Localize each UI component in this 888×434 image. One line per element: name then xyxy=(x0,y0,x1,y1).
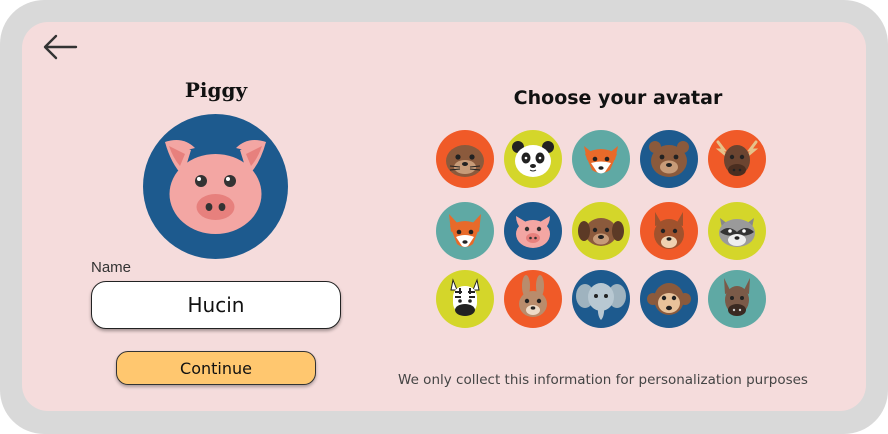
pig-icon xyxy=(504,202,562,260)
continue-button[interactable]: Continue xyxy=(116,351,316,385)
elephant-icon xyxy=(572,270,630,328)
raccoon-icon xyxy=(708,202,766,260)
privacy-note: We only collect this information for per… xyxy=(398,372,808,388)
avatar-monkey[interactable] xyxy=(640,270,698,328)
squirrel-icon xyxy=(640,202,698,260)
dog-icon xyxy=(572,202,630,260)
fox-icon xyxy=(436,202,494,260)
name-label: Name xyxy=(91,259,132,276)
avatar-dog[interactable] xyxy=(572,202,630,260)
avatar-moose[interactable] xyxy=(708,130,766,188)
avatar-rabbit[interactable] xyxy=(504,270,562,328)
choose-avatar-title: Choose your avatar xyxy=(513,87,723,109)
avatar-fox[interactable] xyxy=(572,130,630,188)
arrow-left-icon[interactable] xyxy=(42,33,78,61)
avatar-raccoon[interactable] xyxy=(708,202,766,260)
avatar-pig[interactable] xyxy=(504,202,562,260)
donkey-icon xyxy=(708,270,766,328)
otter-icon xyxy=(436,130,494,188)
avatar-grid xyxy=(436,130,768,328)
monkey-icon xyxy=(640,270,698,328)
avatar-zebra[interactable] xyxy=(436,270,494,328)
pig-avatar-icon xyxy=(143,114,288,259)
avatar-bear[interactable] xyxy=(640,130,698,188)
rabbit-icon xyxy=(504,270,562,328)
avatar-otter[interactable] xyxy=(436,130,494,188)
avatar-squirrel[interactable] xyxy=(640,202,698,260)
panda-icon xyxy=(504,130,562,188)
avatar-fox-2[interactable] xyxy=(436,202,494,260)
selected-avatar-name: Piggy xyxy=(184,78,248,102)
zebra-icon xyxy=(436,270,494,328)
avatar-donkey[interactable] xyxy=(708,270,766,328)
name-input[interactable] xyxy=(91,281,341,329)
fox-icon xyxy=(572,130,630,188)
bear-icon xyxy=(640,130,698,188)
avatar-elephant[interactable] xyxy=(572,270,630,328)
avatar-panda[interactable] xyxy=(504,130,562,188)
moose-icon xyxy=(708,130,766,188)
